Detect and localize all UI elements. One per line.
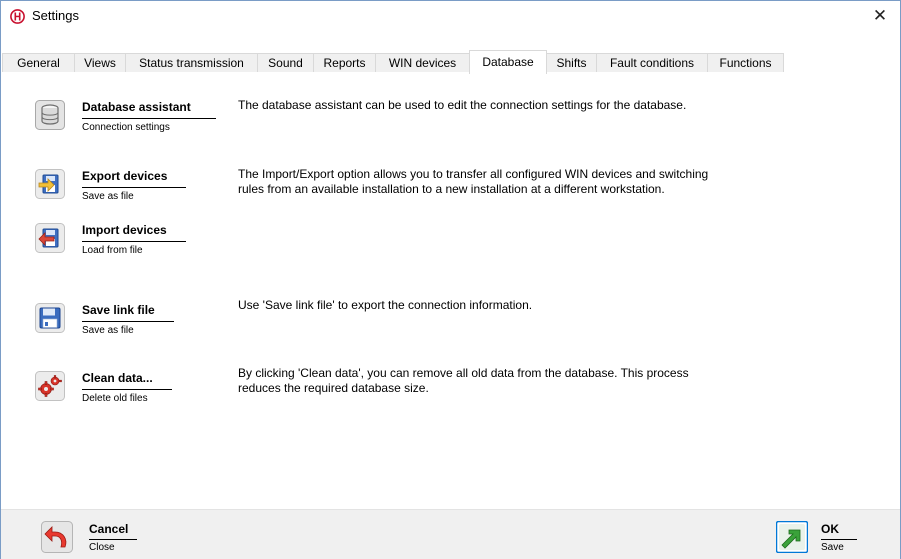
- close-icon: ✕: [872, 6, 888, 25]
- save-link-file-sublabel: Save as file: [82, 325, 134, 336]
- database-assistant-button[interactable]: Database assistant Connection settings: [35, 100, 225, 136]
- check-arrow-icon: [776, 521, 808, 553]
- save-link-file-button[interactable]: Save link file Save as file: [35, 303, 195, 339]
- divider: [821, 539, 857, 540]
- import-devices-label: Import devices: [82, 223, 167, 237]
- export-devices-label: Export devices: [82, 169, 168, 183]
- import-devices-button[interactable]: Import devices Load from file: [35, 223, 195, 259]
- tab-win-devices[interactable]: WIN devices: [375, 53, 470, 72]
- tab-functions[interactable]: Functions: [707, 53, 784, 72]
- floppy-disk-icon: [35, 303, 65, 333]
- database-assistant-sublabel: Connection settings: [82, 122, 170, 133]
- divider: [82, 389, 172, 390]
- tab-database[interactable]: Database: [469, 50, 547, 74]
- clean-data-label: Clean data...: [82, 371, 153, 385]
- database-assistant-description: The database assistant can be used to ed…: [238, 98, 687, 112]
- clean-data-button[interactable]: Clean data... Delete old files: [35, 371, 195, 407]
- undo-arrow-icon: [41, 521, 73, 553]
- tab-sound[interactable]: Sound: [257, 53, 314, 72]
- export-devices-sublabel: Save as file: [82, 191, 134, 202]
- cancel-sublabel: Close: [89, 542, 115, 553]
- window-title: Settings: [32, 8, 79, 23]
- footer-bar: Cancel Close OK Save: [1, 509, 900, 559]
- tab-status-transmission[interactable]: Status transmission: [125, 53, 258, 72]
- import-devices-sublabel: Load from file: [82, 245, 143, 256]
- tab-views[interactable]: Views: [74, 53, 126, 72]
- divider: [82, 118, 216, 119]
- save-link-file-label: Save link file: [82, 303, 155, 317]
- close-button[interactable]: ✕: [860, 1, 900, 31]
- tab-shifts[interactable]: Shifts: [546, 53, 597, 72]
- cancel-label: Cancel: [89, 522, 129, 536]
- divider: [89, 539, 137, 540]
- clean-data-description: By clicking 'Clean data', you can remove…: [238, 366, 689, 395]
- brand-logo-icon: [10, 9, 25, 24]
- export-description: The Import/Export option allows you to t…: [238, 167, 709, 196]
- settings-window: Settings ✕ General Views Status transmis…: [0, 0, 901, 559]
- divider: [82, 321, 174, 322]
- title-bar: Settings ✕: [1, 1, 900, 31]
- clean-data-sublabel: Delete old files: [82, 393, 148, 404]
- divider: [82, 187, 186, 188]
- database-assistant-label: Database assistant: [82, 100, 191, 114]
- tab-reports[interactable]: Reports: [313, 53, 376, 72]
- export-icon: [35, 169, 65, 199]
- database-panel: Database assistant Connection settings T…: [1, 73, 900, 509]
- database-icon: [35, 100, 65, 130]
- tab-fault-conditions[interactable]: Fault conditions: [596, 53, 708, 72]
- ok-button[interactable]: OK Save: [776, 521, 886, 555]
- divider: [82, 241, 186, 242]
- import-icon: [35, 223, 65, 253]
- cancel-button[interactable]: Cancel Close: [41, 521, 151, 555]
- gears-icon: [35, 371, 65, 401]
- export-devices-button[interactable]: Export devices Save as file: [35, 169, 195, 205]
- ok-label: OK: [821, 522, 839, 536]
- ok-sublabel: Save: [821, 542, 844, 553]
- tab-general[interactable]: General: [2, 53, 75, 72]
- save-link-file-description: Use 'Save link file' to export the conne…: [238, 298, 533, 312]
